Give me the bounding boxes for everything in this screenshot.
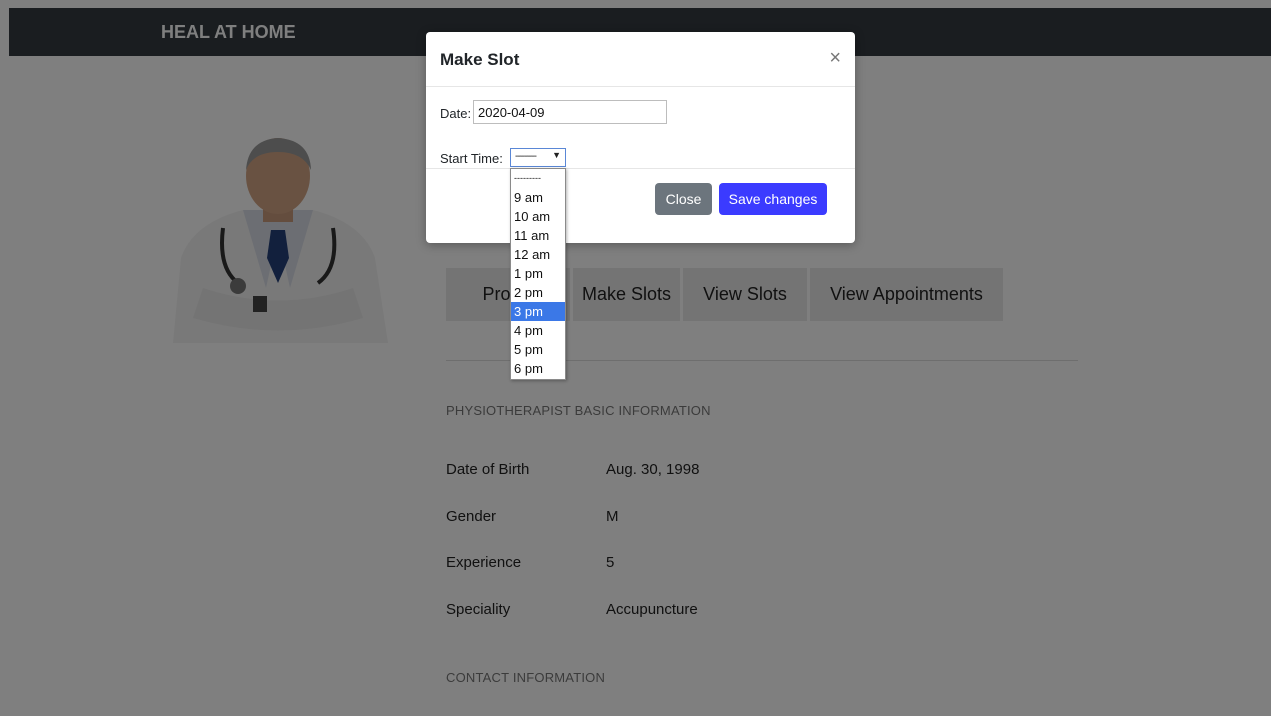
option-1pm[interactable]: 1 pm [511, 264, 565, 283]
window-edge [1271, 0, 1280, 716]
option-4pm[interactable]: 4 pm [511, 321, 565, 340]
option-11am[interactable]: 11 am [511, 226, 565, 245]
chevron-down-icon: ▼ [552, 150, 561, 160]
option-10am[interactable]: 10 am [511, 207, 565, 226]
start-time-selected: --------- [515, 151, 537, 162]
modal-header: Make Slot × [426, 32, 855, 87]
date-input[interactable] [473, 100, 667, 124]
modal-footer-divider [426, 168, 855, 169]
start-time-select[interactable]: --------- ▼ [510, 148, 566, 167]
start-time-label: Start Time: [440, 151, 503, 166]
option-5pm[interactable]: 5 pm [511, 340, 565, 359]
option-3pm[interactable]: 3 pm [511, 302, 565, 321]
make-slot-modal: Make Slot × Date: Start Time: --------- … [426, 32, 855, 243]
close-icon[interactable]: × [829, 47, 841, 70]
option-2pm[interactable]: 2 pm [511, 283, 565, 302]
option-9am[interactable]: 9 am [511, 188, 565, 207]
option-12am[interactable]: 12 am [511, 245, 565, 264]
date-label: Date: [440, 106, 472, 121]
start-time-dropdown: --------- 9 am 10 am 11 am 12 am 1 pm 2 … [510, 168, 566, 380]
save-changes-button[interactable]: Save changes [719, 183, 827, 215]
modal-title: Make Slot [440, 50, 520, 69]
option-blank[interactable]: --------- [511, 169, 565, 188]
option-6pm[interactable]: 6 pm [511, 359, 565, 378]
close-button[interactable]: Close [655, 183, 712, 215]
